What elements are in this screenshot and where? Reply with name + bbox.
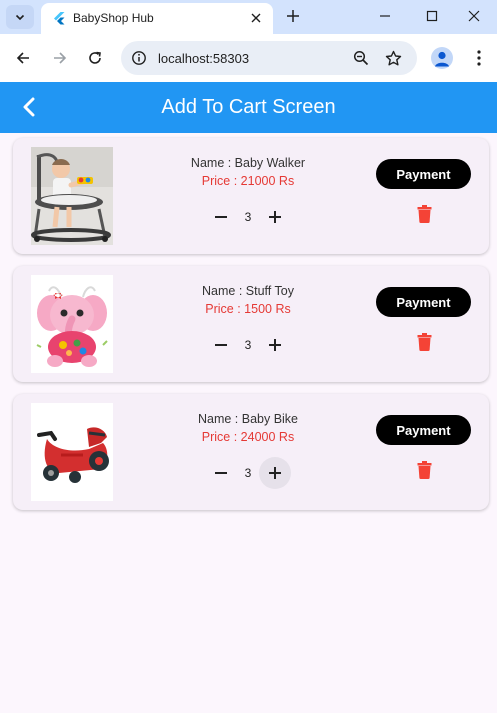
cart-list: Name : Baby Walker Price : 21000 Rs 3 Pa…: [13, 138, 489, 522]
url-text[interactable]: localhost:58303: [158, 51, 249, 66]
item-price: Price : 21000 Rs: [201, 174, 295, 188]
increase-quantity-button[interactable]: [259, 329, 291, 361]
plus-icon: [269, 339, 281, 351]
baby-bike-image: [31, 403, 113, 501]
arrow-right-icon: [54, 52, 67, 64]
site-info-button[interactable]: [128, 47, 150, 69]
quantity-stepper: 3: [153, 457, 343, 489]
close-icon: [468, 10, 480, 22]
browser-tab-strip: BabyShop Hub: [0, 0, 497, 34]
quantity-value: 3: [244, 338, 252, 352]
item-name: Name : Baby Bike: [197, 412, 299, 426]
delete-item-button[interactable]: [413, 203, 435, 225]
star-icon: [385, 50, 401, 65]
item-name: Name : Stuff Toy: [202, 284, 294, 298]
quantity-stepper: 3: [153, 201, 343, 233]
payment-button[interactable]: Payment: [376, 415, 471, 445]
baby-walker-image: [31, 147, 113, 245]
product-image: [31, 403, 113, 501]
browser-toolbar: localhost:58303: [0, 34, 497, 82]
product-image: [31, 275, 113, 373]
address-bar[interactable]: localhost:58303: [121, 41, 417, 75]
plus-icon: [269, 467, 281, 479]
person-icon: [435, 51, 449, 67]
item-info: Name : Stuff Toy Price : 1500 Rs 3: [153, 284, 343, 361]
stuffed-elephant-image: [31, 275, 113, 373]
cart-item-card: Name : Baby Walker Price : 21000 Rs 3 Pa…: [13, 138, 489, 254]
trash-icon: [417, 461, 431, 479]
plus-icon: [269, 211, 281, 223]
item-price: Price : 1500 Rs: [205, 302, 291, 316]
minimize-icon: [380, 15, 390, 17]
quantity-value: 3: [244, 210, 252, 224]
payment-button[interactable]: Payment: [376, 159, 471, 189]
chevron-down-icon: [15, 14, 25, 21]
cart-item-card: Name : Baby Bike Price : 24000 Rs 3 Paym…: [13, 394, 489, 510]
minus-icon: [215, 344, 227, 346]
item-price: Price : 24000 Rs: [201, 430, 295, 444]
reload-icon: [89, 51, 101, 64]
decrease-quantity-button[interactable]: [205, 201, 237, 233]
increase-quantity-button[interactable]: [259, 201, 291, 233]
increase-quantity-button[interactable]: [259, 457, 291, 489]
decrease-quantity-button[interactable]: [205, 329, 237, 361]
product-image: [31, 147, 113, 245]
back-nav-button[interactable]: [10, 45, 36, 71]
flutter-icon: [54, 12, 65, 25]
payment-button[interactable]: Payment: [376, 287, 471, 317]
tab-search-button[interactable]: [6, 5, 34, 29]
arrow-left-icon: [16, 52, 29, 64]
decrease-quantity-button[interactable]: [205, 457, 237, 489]
reload-button[interactable]: [82, 45, 108, 71]
info-icon: [132, 51, 146, 65]
more-vertical-icon: [477, 50, 481, 66]
item-info: Name : Baby Walker Price : 21000 Rs 3: [153, 156, 343, 233]
delete-item-button[interactable]: [413, 459, 435, 481]
browser-tab[interactable]: BabyShop Hub: [41, 3, 273, 34]
tab-title: BabyShop Hub: [73, 11, 154, 25]
forward-nav-button[interactable]: [47, 45, 73, 71]
trash-icon: [417, 333, 431, 351]
item-name: Name : Baby Walker: [190, 156, 306, 170]
trash-icon: [417, 205, 431, 223]
minus-icon: [215, 472, 227, 474]
new-tab-button[interactable]: [282, 5, 304, 27]
close-window-button[interactable]: [451, 0, 497, 32]
delete-item-button[interactable]: [413, 331, 435, 353]
page-title: Add To Cart Screen: [161, 96, 336, 118]
plus-icon: [287, 10, 299, 22]
minus-icon: [215, 216, 227, 218]
close-tab-button[interactable]: [246, 8, 266, 28]
close-icon: [251, 13, 261, 23]
zoom-button[interactable]: [350, 47, 372, 69]
profile-button[interactable]: [431, 47, 453, 69]
item-info: Name : Baby Bike Price : 24000 Rs 3: [153, 412, 343, 489]
minimize-button[interactable]: [362, 0, 408, 32]
quantity-stepper: 3: [153, 329, 343, 361]
bookmark-button[interactable]: [382, 47, 404, 69]
quantity-value: 3: [244, 466, 252, 480]
maximize-icon: [426, 10, 438, 22]
cart-item-card: Name : Stuff Toy Price : 1500 Rs 3 Payme…: [13, 266, 489, 382]
maximize-button[interactable]: [409, 0, 455, 32]
app-bar: Add To Cart Screen: [0, 82, 497, 133]
browser-menu-button[interactable]: [470, 47, 488, 69]
zoom-out-icon: [353, 50, 369, 66]
